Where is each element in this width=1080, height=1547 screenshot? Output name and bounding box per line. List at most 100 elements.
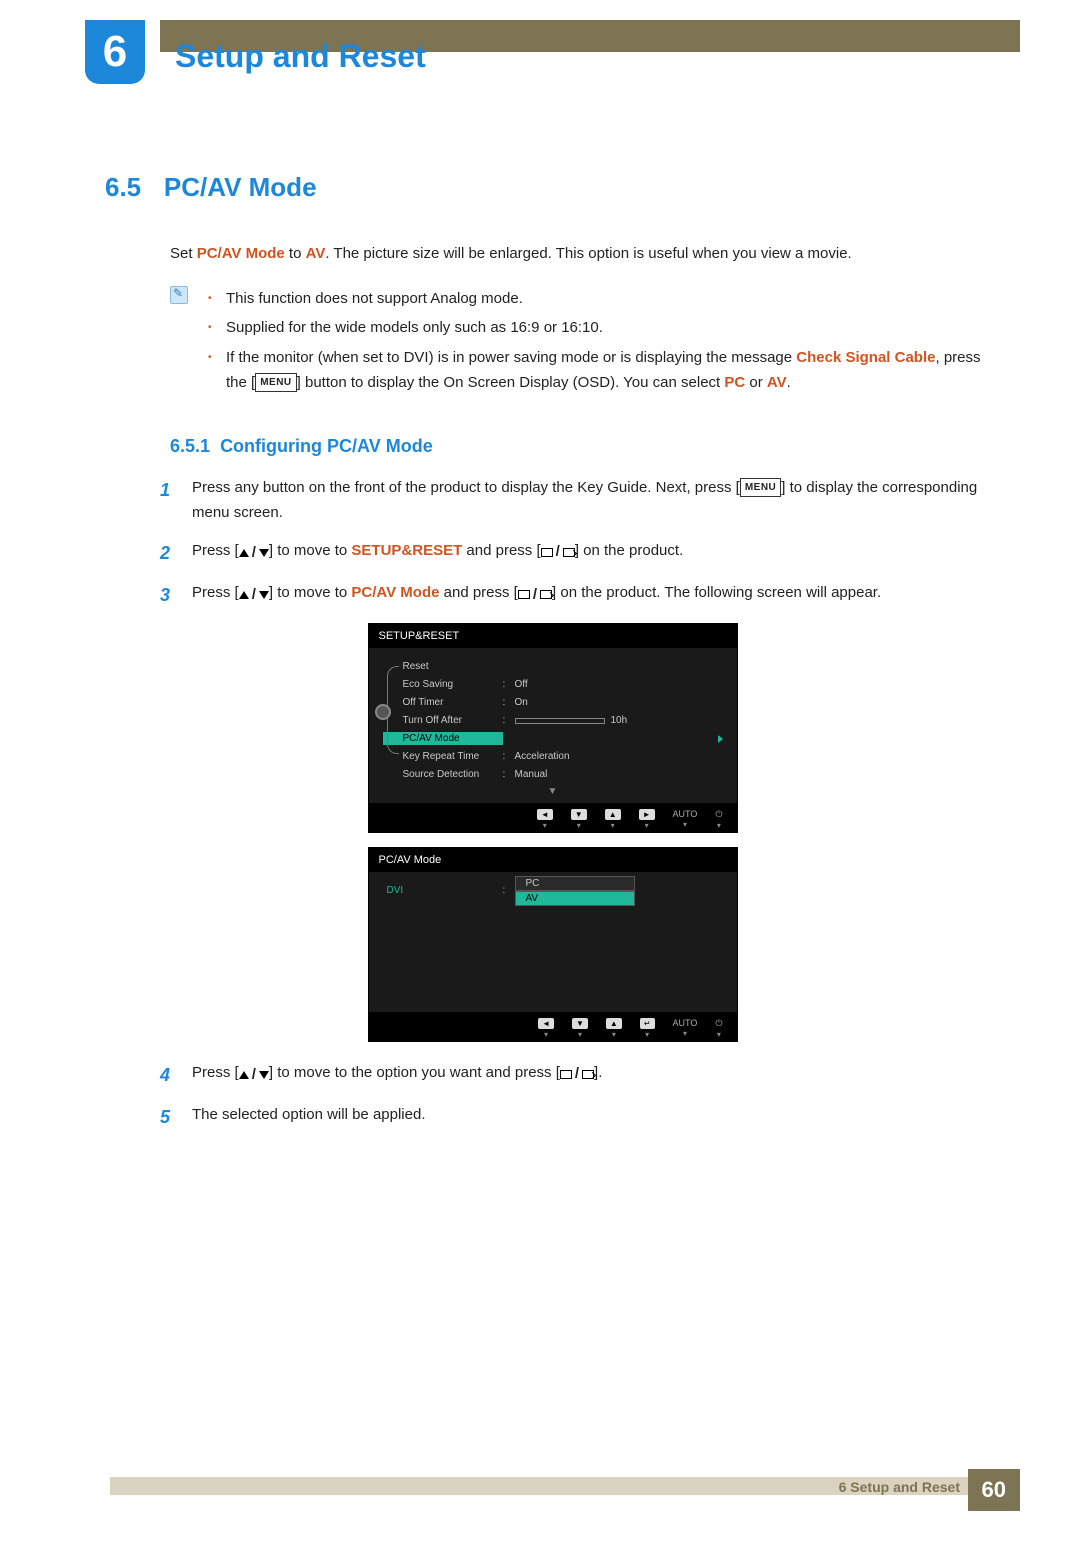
step-number: 1	[160, 475, 174, 526]
footer-chapter-label: 6 Setup and Reset	[839, 1479, 960, 1495]
text: Press [	[192, 584, 239, 601]
text: to	[285, 245, 306, 262]
osd-menu-item: Turn Off After	[383, 715, 503, 726]
up-down-icon: /	[239, 582, 269, 608]
osd-dropdown: PC AV	[515, 876, 723, 906]
osd-screenshots: SETUP&RESET Reset Eco Saving:Off Off Tim…	[368, 623, 738, 1042]
slider-bar	[515, 718, 605, 724]
nav-power-icon: ⏻	[715, 809, 722, 820]
steps-list-continued: 4 Press [/] to move to the option you wa…	[160, 1060, 1000, 1133]
nav-power-icon: ⏻	[715, 1018, 722, 1029]
highlight-pcav-mode: PC/AV Mode	[351, 584, 439, 601]
step-number: 2	[160, 538, 174, 569]
osd-body: DVI : PC AV	[369, 872, 737, 1012]
text: and press [	[462, 542, 540, 559]
subsection-heading: 6.5.1 Configuring PC/AV Mode	[170, 436, 1000, 457]
text: ] button to display the On Screen Displa…	[297, 374, 725, 391]
osd-value: Off	[515, 679, 723, 690]
nav-up-icon: ▲	[606, 1018, 622, 1029]
text: ] to move to	[269, 542, 352, 559]
osd-title: PC/AV Mode	[369, 848, 737, 872]
step-item: 4 Press [/] to move to the option you wa…	[160, 1060, 1000, 1091]
chapter-header: 6 Setup and Reset	[85, 38, 1080, 102]
osd-title: SETUP&RESET	[369, 624, 737, 648]
highlight-check-signal: Check Signal Cable	[796, 349, 935, 366]
note-item: If the monitor (when set to DVI) is in p…	[208, 345, 1000, 396]
osd-menu-item: Source Detection	[383, 769, 503, 780]
text: Set	[170, 245, 197, 262]
highlight-av: AV	[767, 374, 787, 391]
up-down-icon: /	[239, 540, 269, 566]
osd-menu-item: Eco Saving	[383, 679, 503, 690]
highlight-av: AV	[306, 245, 326, 262]
text: ] on the product. The following screen w…	[552, 584, 881, 601]
step-item: 5 The selected option will be applied.	[160, 1102, 1000, 1133]
osd-pcav-mode: PC/AV Mode DVI : PC AV ◄▾ ▼▾ ▲▾ ↵	[368, 847, 738, 1042]
step-number: 5	[160, 1102, 174, 1133]
text: . The picture size will be enlarged. Thi…	[325, 245, 851, 262]
note-item: Supplied for the wide models only such a…	[208, 315, 1000, 341]
osd-value-text: 10h	[611, 715, 628, 726]
osd-value: Acceleration	[515, 751, 723, 762]
chevron-right-icon	[718, 735, 723, 743]
menu-button-label: MENU	[255, 373, 296, 392]
step-text: Press any button on the front of the pro…	[192, 475, 1000, 526]
source-enter-icon: /	[541, 539, 575, 565]
steps-list: 1 Press any button on the front of the p…	[160, 475, 1000, 611]
step-text: Press [/] to move to PC/AV Mode and pres…	[192, 580, 881, 611]
step-item: 2 Press [/] to move to SETUP&RESET and p…	[160, 538, 1000, 569]
chapter-number-tab: 6	[85, 20, 145, 84]
step-text: The selected option will be applied.	[192, 1102, 425, 1133]
step-item: 3 Press [/] to move to PC/AV Mode and pr…	[160, 580, 1000, 611]
text: Press [	[192, 1064, 239, 1081]
nav-down-icon: ▼	[572, 1018, 588, 1029]
text: ] to move to	[269, 584, 352, 601]
osd-menu-item: Key Repeat Time	[383, 751, 503, 762]
source-enter-icon: /	[518, 582, 552, 608]
osd-nav-bar: ◄▾ ▼▾ ▲▾ ↵▾ AUTO▾ ⏻▾	[369, 1012, 737, 1041]
note-block: This function does not support Analog mo…	[170, 286, 1000, 400]
step-text: Press [/] to move to the option you want…	[192, 1060, 602, 1091]
text: Press [	[192, 542, 239, 559]
text: .	[787, 374, 791, 391]
nav-up-icon: ▲	[605, 809, 621, 820]
up-down-icon: /	[239, 1062, 269, 1088]
step-item: 1 Press any button on the front of the p…	[160, 475, 1000, 526]
nav-enter-icon: ↵	[640, 1018, 655, 1029]
nav-auto-label: AUTO	[673, 809, 698, 819]
text: ].	[594, 1064, 602, 1081]
step-number: 4	[160, 1060, 174, 1091]
text: If the monitor (when set to DVI) is in p…	[226, 349, 796, 366]
nav-enter-icon: ►	[639, 809, 655, 820]
osd-value: Manual	[515, 769, 723, 780]
osd-menu-item: Reset	[383, 661, 503, 672]
text: or	[745, 374, 767, 391]
gear-icon	[375, 704, 391, 720]
section-number: 6.5	[105, 172, 160, 203]
osd-value: On	[515, 697, 723, 708]
osd-nav-bar: ◄▾ ▼▾ ▲▾ ►▾ AUTO▾ ⏻▾	[369, 803, 737, 832]
osd-option: PC	[515, 876, 635, 891]
step-number: 3	[160, 580, 174, 611]
page-footer: 6 Setup and Reset 60	[0, 1477, 1080, 1517]
highlight-pc: PC	[724, 374, 745, 391]
text: ] on the product.	[575, 542, 683, 559]
section-intro: Set PC/AV Mode to AV. The picture size w…	[170, 243, 1000, 266]
note-icon	[170, 286, 188, 304]
nav-down-icon: ▼	[571, 809, 587, 820]
osd-menu-item: Off Timer	[383, 697, 503, 708]
osd-value: 10h	[515, 715, 723, 726]
highlight-setupreset: SETUP&RESET	[351, 542, 462, 559]
note-item: This function does not support Analog mo…	[208, 286, 1000, 312]
section-title: PC/AV Mode	[164, 172, 317, 203]
subsection-number: 6.5.1	[170, 436, 210, 456]
osd-menu-item-active: DVI	[383, 885, 503, 896]
text: and press [	[439, 584, 517, 601]
note-list: This function does not support Analog mo…	[208, 286, 1000, 400]
nav-back-icon: ◄	[537, 809, 553, 820]
section-heading: 6.5 PC/AV Mode	[105, 172, 1000, 203]
osd-setup-reset: SETUP&RESET Reset Eco Saving:Off Off Tim…	[368, 623, 738, 833]
text: ] to move to the option you want and pre…	[269, 1064, 560, 1081]
osd-menu-item-selected: PC/AV Mode	[383, 732, 503, 745]
step-text: Press [/] to move to SETUP&RESET and pre…	[192, 538, 683, 569]
